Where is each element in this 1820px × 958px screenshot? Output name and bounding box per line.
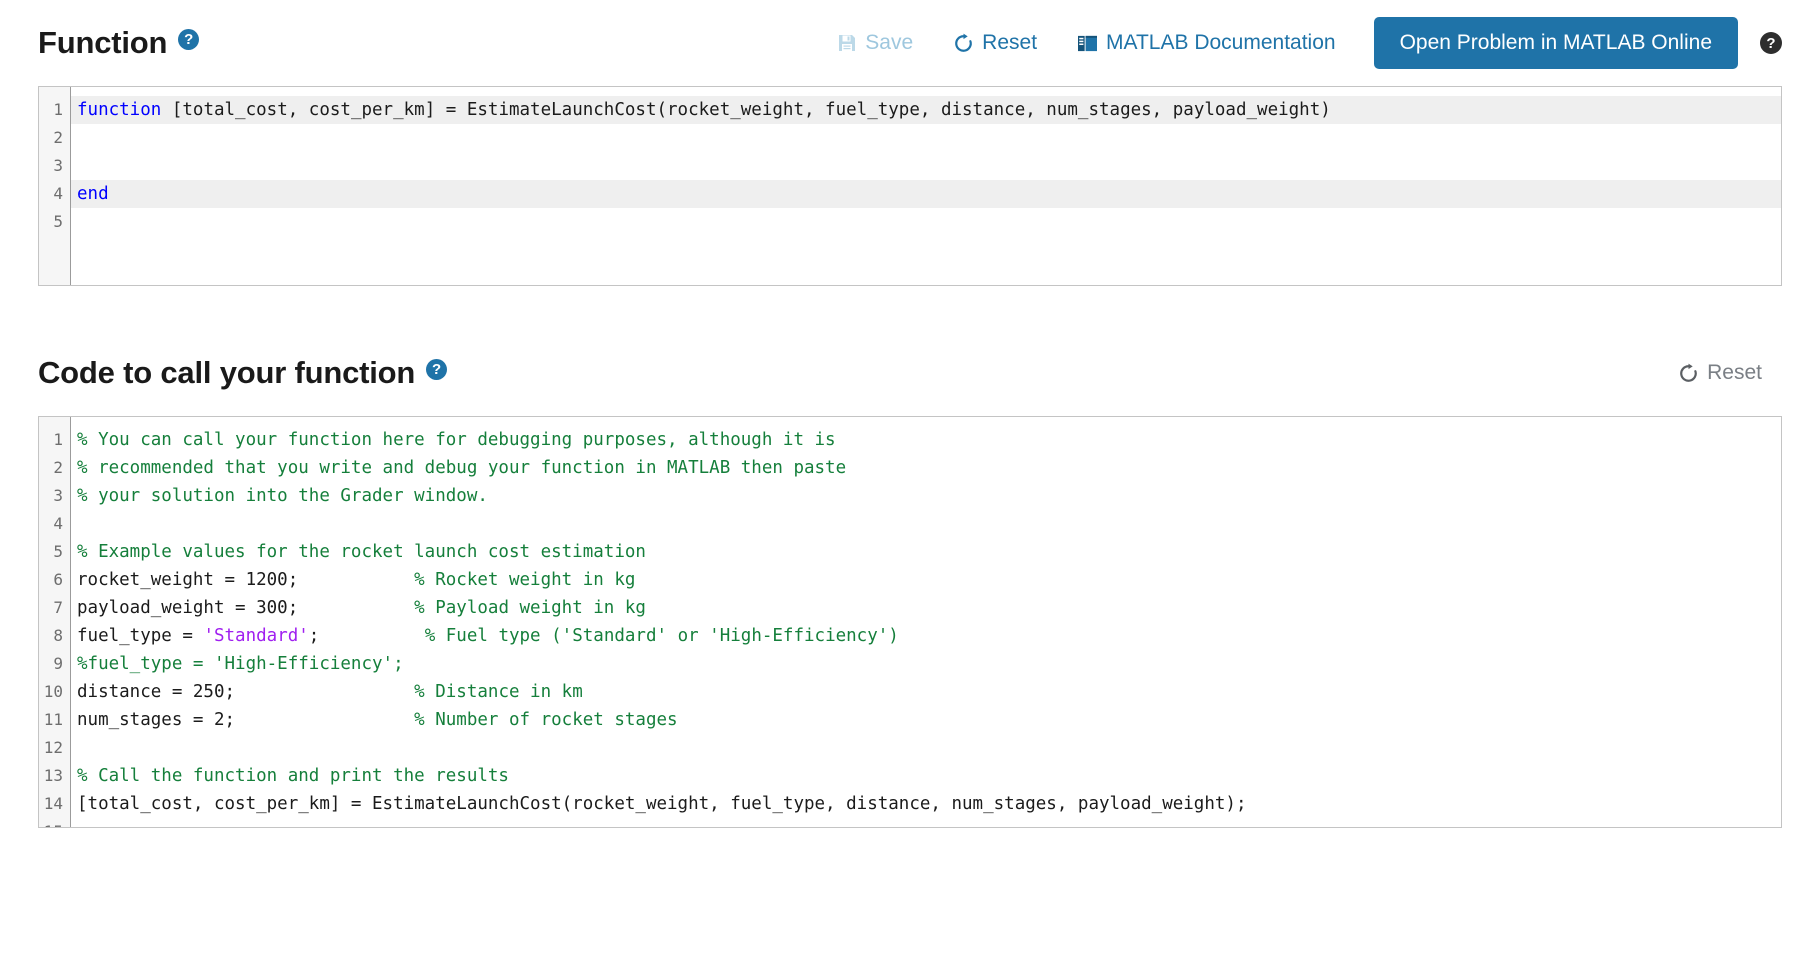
code-line[interactable]: % Call the function and print the result… [71,762,1781,790]
code-token: % You can call your function here for de… [77,430,836,450]
code-line[interactable]: % Example values for the rocket launch c… [71,538,1781,566]
line-number: 5 [53,212,63,231]
code-token: num_stages = 2; [77,710,415,730]
line-number: 12 [43,738,63,757]
code-token: distance = 250; [77,682,415,702]
save-button-label: Save [865,31,914,54]
line-number: 1 [53,100,63,119]
code-token: % Example values for the rocket launch c… [77,542,646,562]
code-token: % Payload weight in kg [414,598,646,618]
code-token: [total_cost, cost_per_km] = EstimateLaun… [77,794,1247,814]
code-token: % Fuel type ('Standard' or 'High-Efficie… [424,626,899,646]
code-token: end [77,184,109,204]
refresh-circular-arrow-icon [1678,363,1699,384]
code-token: payload_weight = 300; [77,598,415,618]
code-line[interactable]: % your solution into the Grader window. [71,482,1781,510]
code-token: [total_cost, cost_per_km] = EstimateLaun… [161,100,1331,120]
reset-call-code-label: Reset [1707,361,1762,384]
line-number: 4 [53,184,63,203]
function-toolbar: Save Reset MATLAB Documentation Open Pro… [817,17,1782,69]
matlab-grader-page: Function ? Save Reset MATLAB Documentati… [0,0,1820,958]
code-line[interactable] [71,208,1781,236]
code-line[interactable]: % You can call your function here for de… [71,426,1781,454]
matlab-documentation-button[interactable]: MATLAB Documentation [1057,25,1356,61]
code-token: % your solution into the Grader window. [77,486,488,506]
code-token: function [77,100,162,120]
line-number: 13 [43,766,63,785]
code-token: rocket_weight = 1200; [77,570,415,590]
code-token: % Rocket weight in kg [414,570,636,590]
code-token: fuel_type = [77,626,204,646]
line-number: 3 [53,156,63,175]
line-number: 10 [43,682,63,701]
function-editor-gutter: 1 2 3 4 5 [39,87,71,285]
function-code-editor[interactable]: 1 2 3 4 5 function [total_cost, cost_per_km]… [38,86,1782,286]
line-number: 15 [39,818,70,827]
line-number: 2 [53,458,63,477]
code-line[interactable] [71,734,1781,762]
floppy-disk-save-icon [837,33,857,53]
code-line[interactable] [71,124,1781,152]
reset-call-code-button[interactable]: Reset [1658,355,1782,391]
code-line[interactable]: end [71,180,1781,208]
call-section-title: Code to call your function [38,355,416,390]
help-circle-icon[interactable]: ? [178,28,200,50]
reset-function-button[interactable]: Reset [933,25,1057,61]
code-line[interactable]: %fuel_type = 'High-Efficiency'; [71,650,1781,678]
reset-function-label: Reset [982,31,1038,54]
line-number: 9 [53,654,63,673]
call-editor-gutter: 1234567891011121314151617 [39,417,71,827]
line-number: 8 [53,626,63,645]
function-section-header: Function ? Save Reset MATLAB Documentati… [0,0,1820,86]
function-editor-code[interactable]: function [total_cost, cost_per_km] = Est… [71,87,1781,285]
line-number: 4 [53,514,63,533]
code-token: % Call the function and print the result… [77,766,509,786]
line-number: 2 [53,128,63,147]
call-toolbar: Reset [1658,355,1782,391]
line-number: 5 [53,542,63,561]
code-line[interactable]: % recommended that you write and debug y… [71,454,1781,482]
line-number: 14 [43,794,63,813]
code-line[interactable]: [total_cost, cost_per_km] = EstimateLaun… [71,790,1781,818]
code-line[interactable]: rocket_weight = 1200; % Rocket weight in… [71,566,1781,594]
code-line[interactable]: payload_weight = 300; % Payload weight i… [71,594,1781,622]
code-token: %fuel_type = 'High-Efficiency'; [77,654,404,674]
code-line[interactable]: fuel_type = 'Standard'; % Fuel type ('St… [71,622,1781,650]
code-line[interactable]: num_stages = 2; % Number of rocket stage… [71,706,1781,734]
open-problem-in-matlab-online-button[interactable]: Open Problem in MATLAB Online [1373,17,1738,69]
page-title: Function [38,25,168,60]
line-number: 3 [53,486,63,505]
matlab-documentation-label: MATLAB Documentation [1106,31,1336,54]
line-number: 11 [43,710,63,729]
code-token: % Number of rocket stages [414,710,678,730]
code-line[interactable]: distance = 250; % Distance in km [71,678,1781,706]
refresh-circular-arrow-icon [953,33,974,54]
code-line[interactable] [71,818,1781,827]
code-line[interactable]: function [total_cost, cost_per_km] = Est… [71,96,1781,124]
call-editor-code[interactable]: % You can call your function here for de… [71,417,1781,827]
help-circle-icon[interactable]: ? [426,358,448,380]
save-button[interactable]: Save [817,25,933,61]
code-token: % Distance in km [414,682,583,702]
line-number: 6 [53,570,63,589]
code-line[interactable] [71,510,1781,538]
code-token: 'Standard' [203,626,309,646]
call-section-header: Code to call your function ? Reset [0,330,1820,416]
code-line[interactable] [71,152,1781,180]
line-number: 1 [53,430,63,449]
book-documentation-icon [1077,34,1098,53]
call-code-editor[interactable]: 1234567891011121314151617 % You can call… [38,416,1782,828]
code-token: ; [308,626,425,646]
help-circle-dark-icon[interactable]: ? [1760,32,1782,54]
line-number: 7 [53,598,63,617]
code-token: % recommended that you write and debug y… [77,458,847,478]
